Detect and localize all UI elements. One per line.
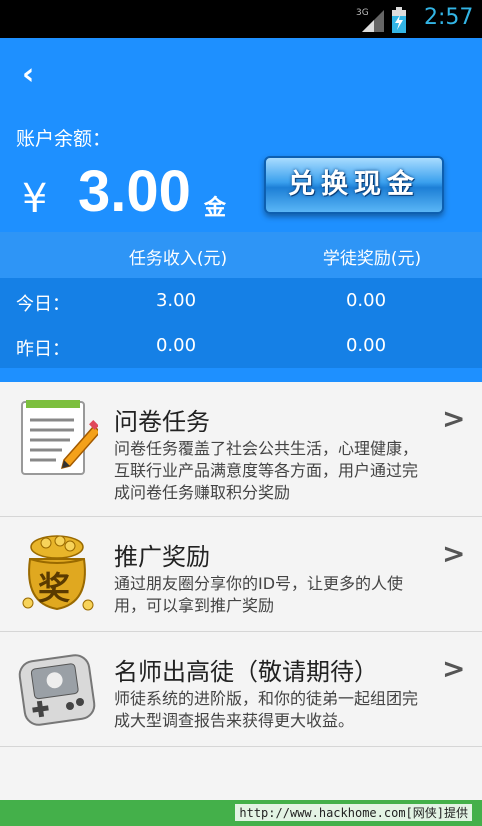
back-button[interactable]: ‹: [22, 60, 52, 90]
yesterday-apprentice-reward: 0.00: [345, 335, 387, 356]
balance-label: 账户余额：: [16, 128, 112, 150]
stats-header-row: 任务收入(元) 学徒奖励(元): [0, 232, 482, 278]
status-bar: 3G 2:57: [0, 0, 482, 38]
item-title: 推广奖励: [114, 543, 210, 571]
reward-char: 奖: [38, 569, 71, 607]
balance-amount: 3.00: [78, 159, 191, 224]
battery-icon: [392, 7, 406, 33]
currency-symbol: ¥: [22, 176, 48, 222]
item-title: 问卷任务: [114, 408, 210, 436]
item-description: 问卷任务覆盖了社会公共生活，心理健康，互联行业产品满意度等各方面，用户通过完成问…: [114, 439, 419, 502]
gold-reward-bag-icon: 奖: [16, 533, 98, 613]
chevron-right-icon: >: [442, 652, 466, 685]
account-header: ‹ 账户余额： ¥ 3.00 金 兑换现金 任务收入(元) 学徒奖励(元) 今日…: [0, 38, 482, 382]
col-task-income: 任务收入(元): [128, 249, 228, 269]
survey-document-icon: [21, 400, 98, 475]
game-console-icon: [18, 654, 96, 726]
today-apprentice-reward: 0.00: [345, 290, 387, 311]
row-label-yesterday: 昨日：: [16, 339, 70, 360]
yesterday-task-income: 0.00: [155, 335, 197, 356]
watermark: http://www.hackhome.com[网侠]提供: [235, 804, 472, 821]
item-title: 名师出高徒（敬请期待）: [114, 658, 378, 686]
item-description: 通过朋友圈分享你的ID号，让更多的人使用，可以拿到推广奖励: [114, 574, 404, 615]
signal-icon: [362, 10, 384, 32]
row-label-today: 今日：: [16, 294, 70, 315]
item-description: 师徒系统的进阶版，和你的徒弟一起组团完成大型调查报告来获得更大收益。: [114, 689, 419, 730]
clock: 2:57: [424, 5, 474, 30]
footer-bar: http://www.hackhome.com[网侠]提供: [0, 800, 482, 826]
today-task-income: 3.00: [155, 290, 197, 311]
balance-unit: 金: [204, 196, 227, 221]
stats-table: 今日： 3.00 0.00 昨日： 0.00 0.00: [0, 278, 482, 368]
exchange-cash-button[interactable]: 兑换现金: [264, 156, 444, 214]
col-apprentice-reward: 学徒奖励(元): [322, 249, 422, 269]
chevron-right-icon: >: [442, 402, 466, 435]
chevron-right-icon: >: [442, 537, 466, 570]
list-item-survey-task[interactable]: 问卷任务 问卷任务覆盖了社会公共生活，心理健康，互联行业产品满意度等各方面，用户…: [0, 382, 482, 517]
list-item-promotion-reward[interactable]: 奖 推广奖励 通过朋友圈分享你的ID号，让更多的人使用，可以拿到推广奖励 >: [0, 517, 482, 632]
chevron-left-icon: ‹: [22, 57, 35, 92]
list-item-master-apprentice[interactable]: 名师出高徒（敬请期待） 师徒系统的进阶版，和你的徒弟一起组团完成大型调查报告来获…: [0, 632, 482, 747]
